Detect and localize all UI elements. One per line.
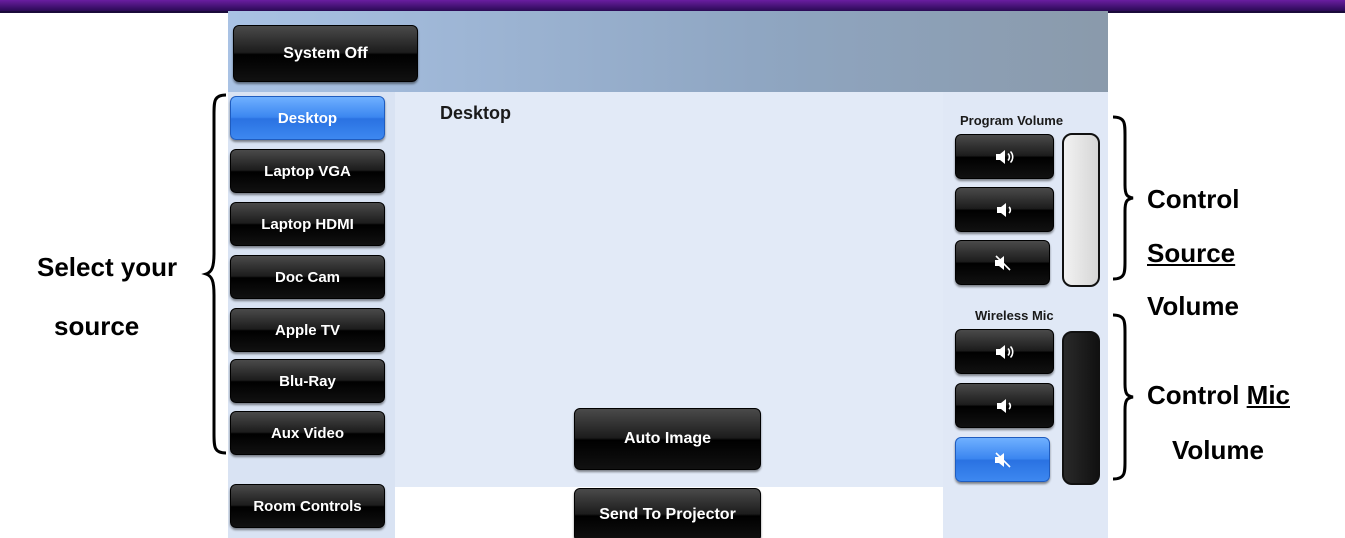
- mic-mute-button[interactable]: [955, 437, 1050, 482]
- source-apple-tv-button[interactable]: Apple TV: [230, 308, 385, 352]
- source-blu-ray-button[interactable]: Blu-Ray: [230, 359, 385, 403]
- source-desktop-button[interactable]: Desktop: [230, 96, 385, 140]
- mic-volume-annotation-line1: Control Mic: [1147, 380, 1290, 411]
- system-off-button[interactable]: System Off: [233, 25, 418, 82]
- send-to-projector-button[interactable]: Send To Projector: [574, 488, 761, 538]
- control-panel: System Off Desktop Laptop VGA Laptop HDM…: [228, 11, 1108, 538]
- mic-volume-slider[interactable]: [1062, 331, 1100, 485]
- source-laptop-vga-button[interactable]: Laptop VGA: [230, 149, 385, 193]
- volume-up-icon: [994, 344, 1016, 360]
- mic-annotation-mic: Mic: [1246, 380, 1290, 410]
- source-volume-annotation-line2: Source: [1147, 238, 1236, 268]
- program-volume-up-button[interactable]: [955, 134, 1054, 179]
- source-aux-video-button[interactable]: Aux Video: [230, 411, 385, 455]
- volume-up-icon: [994, 149, 1016, 165]
- mic-annotation-control: Control: [1147, 380, 1247, 410]
- source-volume-annotation-line3: Volume: [1147, 291, 1239, 321]
- mic-volume-down-button[interactable]: [955, 383, 1054, 428]
- mic-volume-brace: [1112, 313, 1134, 481]
- volume-down-icon: [994, 202, 1016, 218]
- current-source-title: Desktop: [440, 103, 512, 123]
- left-brace: [201, 93, 227, 455]
- select-source-annotation-line1: Select your: [37, 252, 178, 282]
- program-volume-title: Program Volume: [960, 113, 1064, 128]
- program-mute-button[interactable]: [955, 240, 1050, 285]
- source-doc-cam-button[interactable]: Doc Cam: [230, 255, 385, 299]
- source-laptop-hdmi-button[interactable]: Laptop HDMI: [230, 202, 385, 246]
- room-controls-button[interactable]: Room Controls: [230, 484, 385, 528]
- mute-icon: [992, 254, 1014, 271]
- wireless-mic-title: Wireless Mic: [975, 308, 1054, 323]
- program-volume-down-button[interactable]: [955, 187, 1054, 232]
- mic-volume-annotation-line2: Volume: [1172, 435, 1264, 465]
- source-volume-annotation-line1: Control: [1147, 184, 1240, 214]
- program-volume-slider[interactable]: [1062, 133, 1100, 287]
- volume-down-icon: [994, 398, 1016, 414]
- mute-icon: [992, 451, 1014, 468]
- select-source-annotation-line2: source: [54, 311, 140, 341]
- auto-image-button[interactable]: Auto Image: [574, 408, 761, 470]
- source-volume-brace: [1112, 115, 1134, 281]
- mic-volume-up-button[interactable]: [955, 329, 1054, 374]
